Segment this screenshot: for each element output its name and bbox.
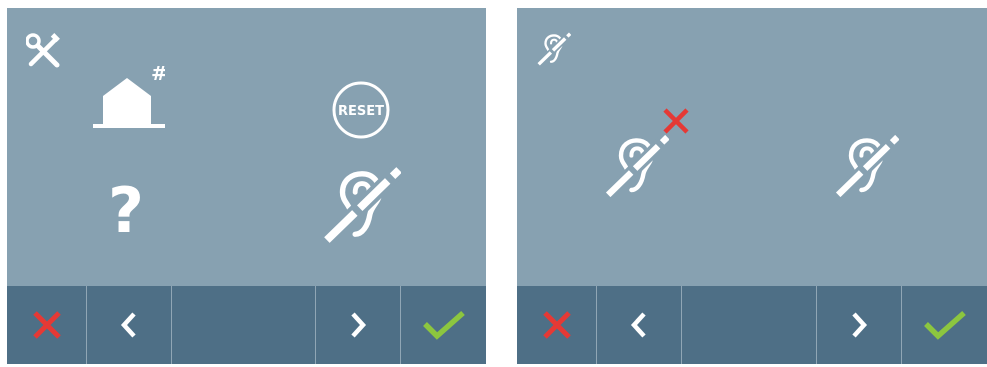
check-icon	[422, 310, 465, 340]
chevron-left-icon	[120, 312, 136, 338]
hearing-loop-on-option[interactable]	[835, 134, 899, 198]
help-symbol: ?	[108, 174, 144, 240]
address-symbol: #	[151, 66, 165, 85]
confirm-button[interactable]	[401, 286, 486, 364]
header-hearing-loop-icon	[537, 32, 571, 66]
hearing-loop-icon	[323, 166, 401, 244]
menu-screen: # RESET ?	[7, 8, 486, 364]
hearing-loop-button[interactable]	[323, 166, 401, 244]
previous-button[interactable]	[87, 286, 172, 364]
chevron-right-icon	[351, 312, 367, 338]
address-button[interactable]: #	[93, 66, 165, 132]
help-button[interactable]: ?	[105, 168, 147, 240]
next-button[interactable]	[817, 286, 902, 364]
hearing-loop-screen	[517, 8, 987, 364]
next-button[interactable]	[316, 286, 401, 364]
confirm-button[interactable]	[902, 286, 987, 364]
toolbar-empty-slot	[682, 286, 817, 364]
chevron-right-icon	[852, 312, 868, 338]
chevron-left-icon	[630, 312, 646, 338]
cancel-icon	[32, 311, 61, 339]
reset-label: RESET	[338, 104, 384, 119]
reset-button[interactable]: RESET	[330, 79, 392, 141]
previous-button[interactable]	[597, 286, 682, 364]
question-icon: ?	[108, 174, 144, 240]
bottom-toolbar	[517, 286, 987, 364]
cancel-icon	[542, 311, 571, 339]
hearing-loop-icon	[605, 134, 669, 198]
tools-icon	[26, 33, 62, 69]
close-icon	[663, 108, 689, 134]
toolbar-empty-slot	[172, 286, 316, 364]
hearing-loop-icon	[835, 134, 899, 198]
cancel-button[interactable]	[517, 286, 597, 364]
cancel-button[interactable]	[7, 286, 87, 364]
check-icon	[923, 310, 966, 340]
bottom-toolbar	[7, 286, 486, 364]
reset-icon: RESET	[332, 81, 390, 139]
house-hash-icon: #	[93, 66, 165, 128]
hearing-loop-icon	[537, 32, 571, 66]
disabled-badge	[662, 107, 690, 135]
hearing-loop-off-option[interactable]	[605, 134, 669, 198]
